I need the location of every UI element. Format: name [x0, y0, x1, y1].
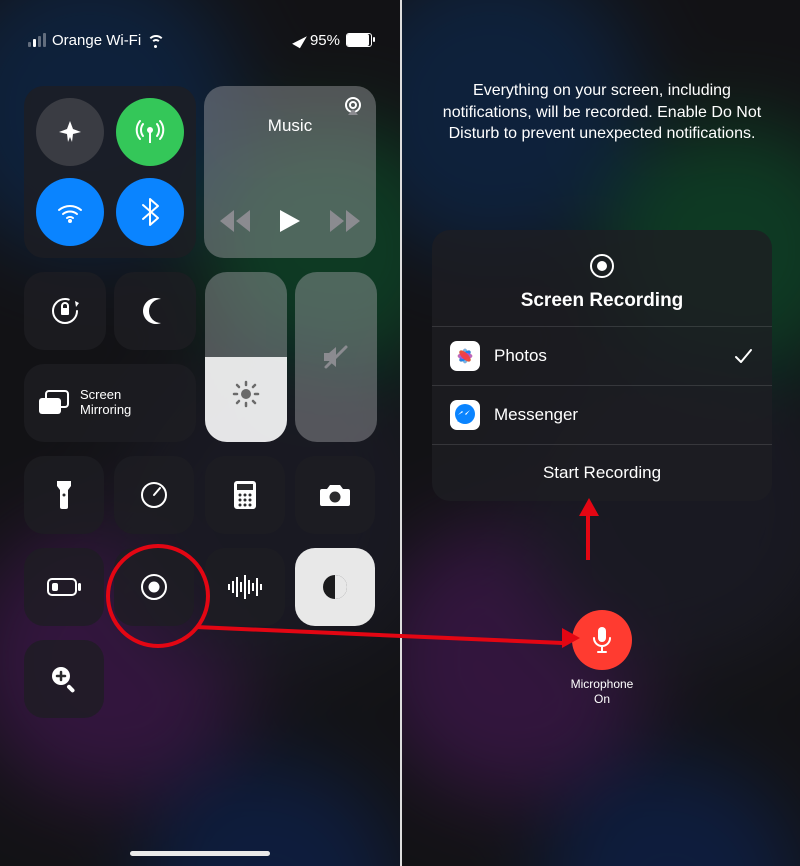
app-option-label: Photos	[494, 346, 718, 366]
location-arrow-icon	[292, 32, 307, 49]
calculator-button[interactable]	[205, 456, 285, 534]
battery-pct: 95%	[310, 32, 340, 49]
voice-memos-button[interactable]	[205, 548, 285, 626]
cellular-data-toggle[interactable]	[116, 98, 184, 166]
screen-record-button[interactable]	[114, 548, 194, 626]
record-icon	[139, 572, 169, 602]
app-option-label: Messenger	[494, 405, 754, 425]
screen-recording-sheet: Screen Recording Photos	[432, 230, 772, 501]
carrier-label: Orange Wi-Fi	[52, 32, 141, 49]
orientation-lock-toggle[interactable]	[24, 272, 106, 350]
sheet-title: Screen Recording	[432, 290, 772, 312]
flashlight-icon	[55, 479, 73, 511]
app-option-messenger[interactable]: Messenger	[432, 385, 772, 444]
magnifier-button[interactable]	[24, 640, 104, 718]
cellular-antenna-icon	[135, 117, 165, 147]
connectivity-panel	[24, 86, 196, 258]
brightness-slider[interactable]	[205, 272, 287, 442]
rewind-button[interactable]	[220, 210, 250, 232]
battery-icon	[346, 33, 372, 47]
messenger-app-icon	[450, 400, 480, 430]
camera-button[interactable]	[295, 456, 375, 534]
rotation-lock-icon	[48, 294, 82, 328]
status-bar: Orange Wi-Fi 95%	[0, 20, 400, 60]
volume-slider[interactable]	[295, 272, 377, 442]
cell-signal-icon	[28, 33, 46, 47]
screen-mirroring-icon	[38, 390, 70, 416]
screen-recording-sheet-screen: Everything on your screen, including not…	[400, 0, 800, 866]
magnifier-plus-icon	[49, 664, 79, 694]
microphone-toggle[interactable]	[572, 610, 632, 670]
recording-notice: Everything on your screen, including not…	[442, 80, 762, 145]
microphone-icon	[590, 625, 614, 655]
airplane-icon	[56, 118, 84, 146]
airplay-icon	[342, 96, 364, 118]
moon-icon	[140, 296, 170, 326]
dark-mode-toggle[interactable]	[295, 548, 375, 626]
app-option-photos[interactable]: Photos	[432, 326, 772, 385]
checkmark-icon	[732, 345, 754, 367]
do-not-disturb-toggle[interactable]	[114, 272, 196, 350]
wifi-toggle[interactable]	[36, 178, 104, 246]
play-button[interactable]	[280, 210, 300, 232]
camera-icon	[319, 482, 351, 508]
battery-outline-icon	[47, 578, 81, 596]
dark-mode-icon	[320, 572, 350, 602]
sun-icon	[205, 381, 287, 412]
calculator-icon	[233, 480, 257, 510]
photos-app-icon	[450, 341, 480, 371]
low-power-mode-toggle[interactable]	[24, 548, 104, 626]
forward-button[interactable]	[330, 210, 360, 232]
home-indicator[interactable]	[130, 851, 270, 856]
start-recording-button[interactable]: Start Recording	[432, 444, 772, 501]
timer-button[interactable]	[114, 456, 194, 534]
bluetooth-icon	[140, 197, 160, 227]
record-icon	[432, 246, 772, 284]
media-title: Music	[204, 116, 376, 136]
volume-mute-icon	[321, 342, 351, 372]
wifi-status-icon	[147, 33, 165, 47]
waveform-icon	[227, 575, 263, 599]
timer-icon	[139, 480, 169, 510]
screen-mirroring-label: Screen Mirroring	[80, 388, 131, 418]
control-center-screen: Orange Wi-Fi 95%	[0, 0, 400, 866]
airplane-mode-toggle[interactable]	[36, 98, 104, 166]
media-panel[interactable]: Music	[204, 86, 376, 258]
screen-mirroring-button[interactable]: Screen Mirroring	[24, 364, 196, 442]
microphone-label: Microphone On	[402, 676, 800, 706]
flashlight-button[interactable]	[24, 456, 104, 534]
wifi-icon	[55, 197, 85, 227]
bluetooth-toggle[interactable]	[116, 178, 184, 246]
